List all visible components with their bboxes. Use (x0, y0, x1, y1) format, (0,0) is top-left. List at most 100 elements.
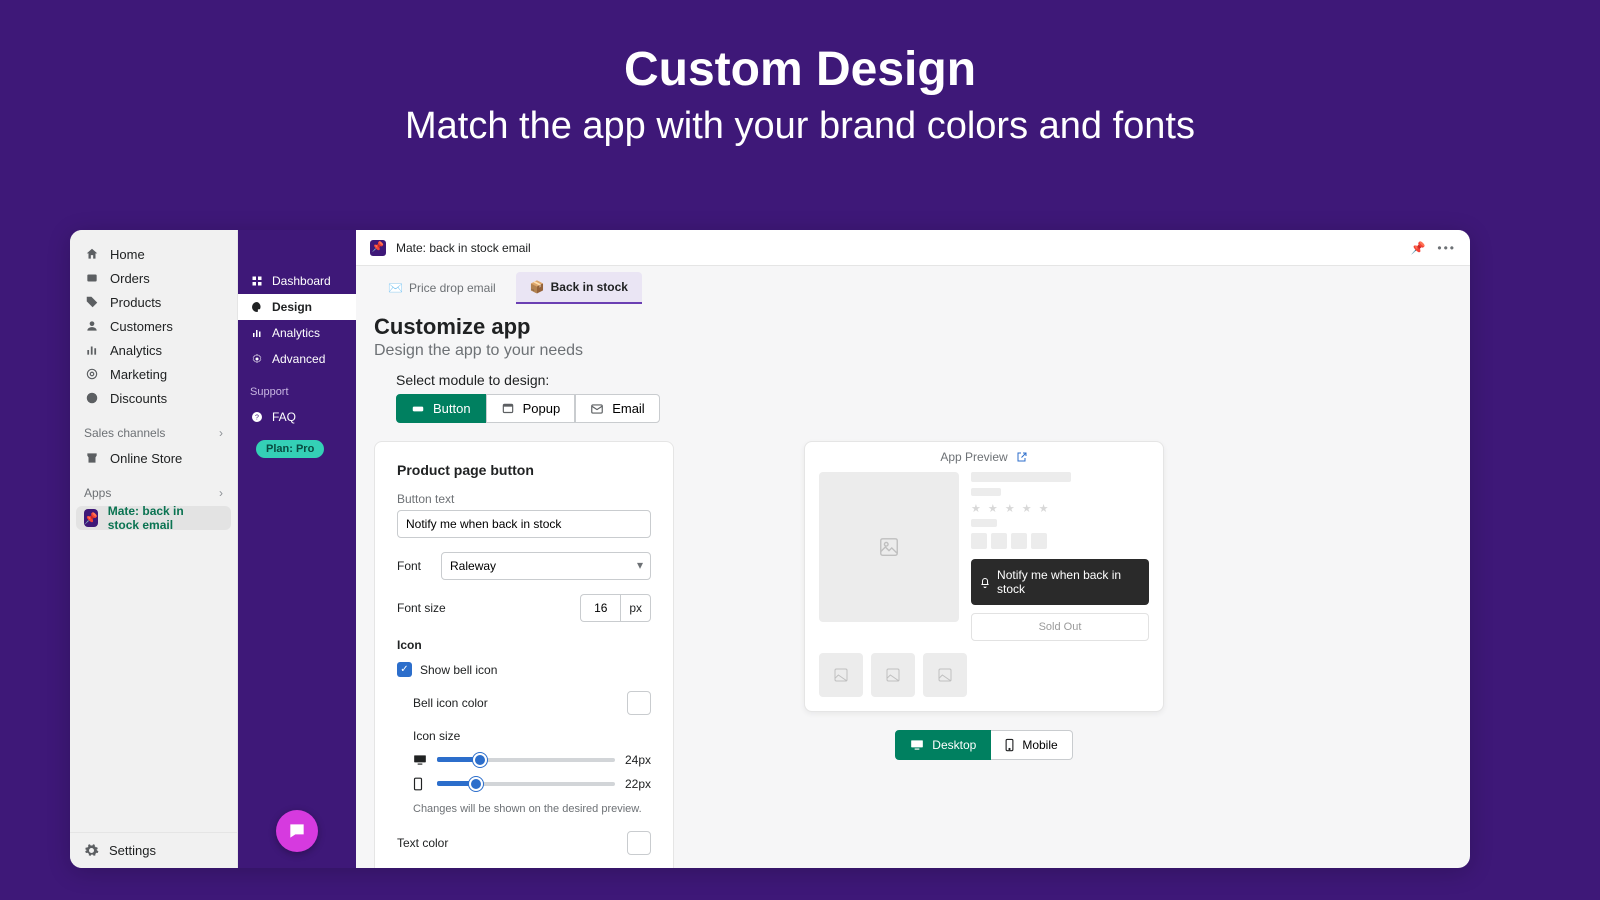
nav-settings[interactable]: Settings (70, 832, 237, 868)
seg-email[interactable]: Email (575, 394, 660, 423)
font-size-label: Font size (397, 601, 446, 615)
font-label: Font (397, 559, 421, 573)
preview-header: App Preview (940, 450, 1007, 464)
show-bell-checkbox[interactable]: ✓ (397, 662, 412, 677)
tab-price-drop[interactable]: ✉️Price drop email (374, 272, 510, 304)
device-desktop[interactable]: Desktop (895, 730, 991, 760)
chat-fab[interactable] (276, 810, 318, 852)
preview-thumbs (819, 653, 1149, 697)
gear-icon (84, 843, 99, 858)
tab-back-in-stock[interactable]: 📦Back in stock (516, 272, 642, 304)
envelope-icon: ✉️ (388, 281, 403, 295)
app-nav-analytics[interactable]: Analytics (238, 320, 356, 346)
chat-icon (287, 821, 307, 841)
font-select[interactable]: Raleway (441, 552, 651, 580)
apps-label: Apps› (70, 480, 237, 506)
nav-products[interactable]: Products (70, 290, 237, 314)
page-subtitle: Design the app to your needs (374, 342, 1452, 360)
mobile-size-slider[interactable] (437, 782, 615, 786)
preview-column: App Preview ★ ★ ★ ★ ★ Notify me when bac… (804, 441, 1164, 760)
orders-icon (84, 270, 100, 286)
sales-channels-label: Sales channels› (70, 420, 237, 446)
app-nav-faq[interactable]: ?FAQ (238, 404, 356, 430)
external-link-icon[interactable] (1016, 451, 1028, 463)
nav-analytics[interactable]: Analytics (70, 338, 237, 362)
more-icon[interactable]: ••• (1437, 241, 1456, 255)
chevron-right-icon[interactable]: › (219, 486, 223, 500)
desktop-icon (910, 739, 924, 751)
desktop-icon (413, 754, 427, 766)
pin-icon[interactable]: 📌 (1410, 241, 1425, 255)
palette-icon (250, 300, 264, 314)
nav-home[interactable]: Home (70, 242, 237, 266)
user-icon (84, 318, 100, 334)
popup-icon (501, 402, 515, 416)
select-module-label: Select module to design: (396, 372, 1452, 388)
module-segment: Button Popup Email (396, 394, 1452, 423)
app-nav-advanced[interactable]: Advanced (238, 346, 356, 372)
plan-badge: Plan: Pro (256, 440, 324, 458)
chart-icon (84, 342, 100, 358)
mobile-icon (1005, 738, 1014, 752)
main-panel: 📌 Mate: back in stock email 📌 ••• ✉️Pric… (356, 230, 1470, 868)
app-nav-dashboard[interactable]: Dashboard (238, 268, 356, 294)
app-logo-icon: 📌 (370, 240, 386, 256)
preview-image (819, 472, 959, 622)
nav-marketing[interactable]: Marketing (70, 362, 237, 386)
mobile-icon (413, 777, 427, 791)
desktop-size-value: 24px (625, 753, 651, 767)
device-mobile[interactable]: Mobile (991, 730, 1072, 760)
target-icon (84, 366, 100, 382)
nav-app-mate[interactable]: 📌Mate: back in stock email (76, 506, 231, 530)
home-icon (84, 246, 100, 262)
nav-discounts[interactable]: Discounts (70, 386, 237, 410)
gear-icon (250, 352, 264, 366)
store-icon (84, 450, 100, 466)
nav-customers[interactable]: Customers (70, 314, 237, 338)
icon-size-label: Icon size (413, 729, 651, 743)
grid-icon (250, 274, 264, 288)
preview-hint: Changes will be shown on the desired pre… (413, 803, 651, 815)
desktop-size-slider[interactable] (437, 758, 615, 762)
email-icon (590, 402, 604, 416)
discount-icon (84, 390, 100, 406)
nav-orders[interactable]: Orders (70, 266, 237, 290)
chevron-right-icon[interactable]: › (219, 426, 223, 440)
pin-icon: 📌 (84, 509, 98, 527)
hero: Custom Design Match the app with your br… (0, 0, 1600, 178)
preview-soldout: Sold Out (971, 613, 1149, 641)
shop-sidebar: Home Orders Products Customers Analytics… (70, 230, 238, 868)
image-icon (878, 536, 900, 558)
app-window: Home Orders Products Customers Analytics… (70, 230, 1470, 868)
hero-subtitle: Match the app with your brand colors and… (0, 105, 1600, 148)
text-color-swatch[interactable] (627, 831, 651, 855)
font-size-unit: px (620, 594, 651, 622)
seg-popup[interactable]: Popup (486, 394, 576, 423)
settings-card: Product page button Button text Font Ral… (374, 441, 674, 868)
nav-online-store[interactable]: Online Store (70, 446, 237, 470)
app-sidebar: Dashboard Design Analytics Advanced Supp… (238, 230, 356, 868)
button-icon (411, 402, 425, 416)
font-size-input[interactable] (580, 594, 620, 622)
svg-text:?: ? (255, 415, 259, 422)
show-bell-label: Show bell icon (420, 663, 497, 677)
bell-icon (979, 576, 991, 589)
page-title: Customize app (374, 314, 1452, 340)
preview-info: ★ ★ ★ ★ ★ Notify me when back in stock S… (971, 472, 1149, 641)
support-label: Support (238, 372, 356, 404)
device-toggle: Desktop Mobile (804, 730, 1164, 760)
icon-section-label: Icon (397, 638, 651, 652)
module-tabs: ✉️Price drop email 📦Back in stock (374, 272, 1452, 304)
tag-icon (84, 294, 100, 310)
topbar: 📌 Mate: back in stock email 📌 ••• (356, 230, 1470, 266)
bell-color-swatch[interactable] (627, 691, 651, 715)
mobile-size-value: 22px (625, 777, 651, 791)
stars-icon: ★ ★ ★ ★ ★ (971, 502, 1149, 515)
app-name: Mate: back in stock email (396, 241, 531, 255)
help-icon: ? (250, 410, 264, 424)
app-nav-design[interactable]: Design (238, 294, 356, 320)
text-color-label: Text color (397, 836, 448, 850)
preview-card: App Preview ★ ★ ★ ★ ★ Notify me when bac… (804, 441, 1164, 712)
seg-button[interactable]: Button (396, 394, 486, 423)
button-text-input[interactable] (397, 510, 651, 538)
